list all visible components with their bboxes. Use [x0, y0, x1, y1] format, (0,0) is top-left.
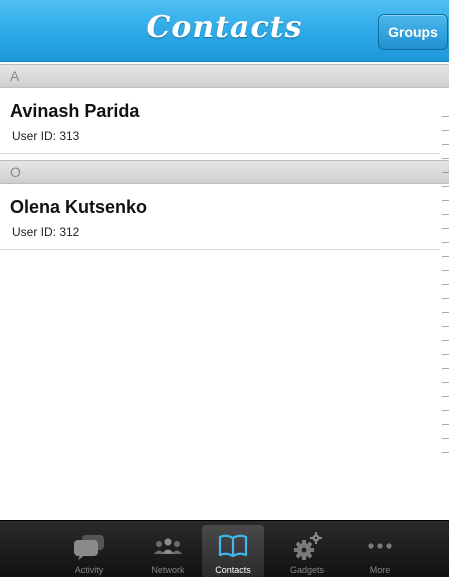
more-dots-icon [349, 531, 411, 561]
gears-icon [276, 531, 338, 561]
chat-bubble-icon [58, 531, 120, 561]
contact-name: Avinash Parida [10, 101, 140, 121]
people-icon [137, 531, 199, 561]
navigation-bar: Contacts Groups [0, 0, 449, 62]
tab-activity[interactable]: Activity [58, 525, 120, 577]
section-header-o: O [0, 160, 449, 184]
groups-button[interactable]: Groups [378, 14, 448, 50]
tab-gadgets[interactable]: Gadgets [276, 525, 338, 577]
contact-user-id: User ID: 313 [12, 129, 80, 143]
tab-label: Gadgets [289, 565, 325, 575]
tab-contacts[interactable]: Contacts [202, 525, 264, 577]
tab-label: More [369, 565, 391, 575]
tab-more[interactable]: More [349, 525, 411, 577]
tab-label: Contacts [215, 565, 251, 575]
contact-row[interactable]: Olena Kutsenko User ID: 312 [0, 185, 440, 250]
section-header-a: A [0, 64, 449, 88]
contact-user-id: User ID: 312 [12, 225, 80, 239]
contact-name: Olena Kutsenko [10, 197, 148, 217]
section-index-scrubber[interactable] [442, 116, 449, 461]
contact-row[interactable]: Avinash Parida User ID: 313 [0, 89, 440, 154]
tab-bar: Activity Network Contacts Gadgets More [0, 520, 449, 577]
tab-label: Activity [74, 565, 104, 575]
tab-label: Network [151, 565, 185, 575]
book-icon [202, 531, 264, 561]
tab-network[interactable]: Network [137, 525, 199, 577]
